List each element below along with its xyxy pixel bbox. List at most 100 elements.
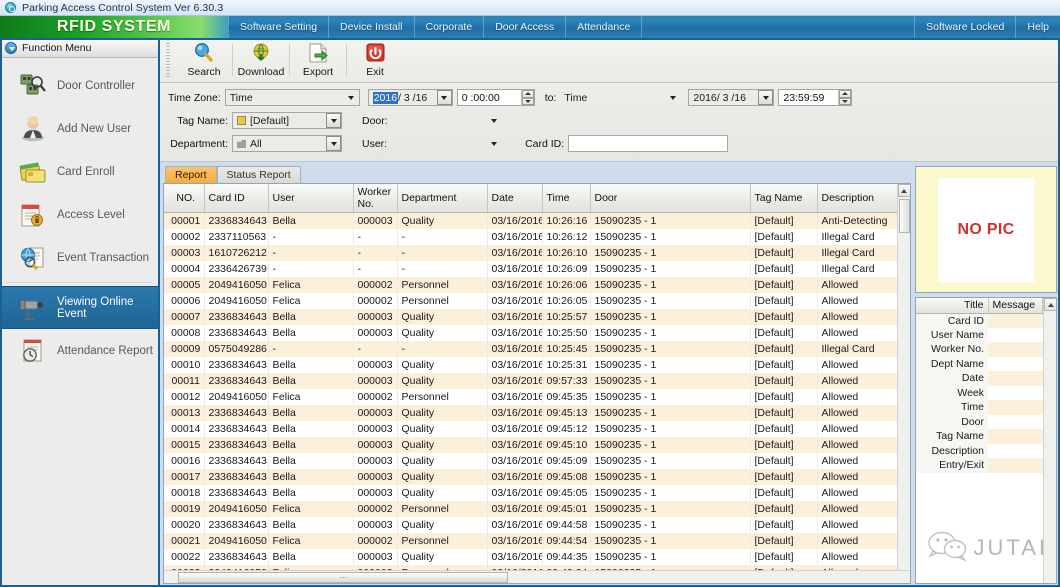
cell-door: 15090235 - 1 xyxy=(590,260,751,277)
detail-row[interactable]: Time xyxy=(916,400,1043,415)
tagname-select[interactable]: [Default] xyxy=(232,112,342,129)
detail-row[interactable]: Worker No. xyxy=(916,342,1043,357)
table-row[interactable]: 00002 2337110563- - -03/16/2016 10:26:12 1509… xyxy=(164,228,897,245)
table-row[interactable]: 00018 2336834643 Bella 000003 Quality 03/16/2… xyxy=(164,484,897,501)
chevron-down-icon[interactable] xyxy=(326,136,341,151)
table-row[interactable]: 00019 2049416050 Felica 000002 Personnel 03/1… xyxy=(164,500,897,517)
table-row[interactable]: 00010 2336834643 Bella 000003 Quality 03/16/2… xyxy=(164,356,897,373)
menu-item-attendance[interactable]: Attendance xyxy=(566,16,643,38)
detail-row[interactable]: User Name xyxy=(916,327,1043,342)
sidebar-item-card-enroll[interactable]: Card Enroll xyxy=(0,150,158,193)
grid-vertical-scrollbar[interactable] xyxy=(897,184,910,570)
table-row[interactable]: 00017 2336834643 Bella 000003 Quality 03/16/2… xyxy=(164,468,897,485)
content-pane: Search Download Export Exit Time Zone: T… xyxy=(160,38,1060,587)
table-row[interactable]: 00014 2336834643 Bella 000003 Quality 03/16/2… xyxy=(164,420,897,437)
menu-item-door-access[interactable]: Door Access xyxy=(484,16,567,38)
detail-row[interactable]: Card ID xyxy=(916,313,1043,328)
table-row[interactable]: 00007 2336834643 Bella 000003 Quality 03/16/2… xyxy=(164,308,897,325)
detail-row[interactable]: Tag Name xyxy=(916,429,1043,444)
detail-row-message xyxy=(988,458,1043,473)
scrollbar-thumb[interactable]: ⋯ xyxy=(178,571,508,583)
table-row[interactable]: 00004 2336426739- - -03/16/2016 10:26:09 1509… xyxy=(164,260,897,277)
spinner-buttons[interactable] xyxy=(520,90,534,105)
download-button[interactable]: Download xyxy=(235,39,287,81)
date-from-picker[interactable]: 2016 / 3 /16 xyxy=(367,89,453,106)
cell-door: 15090235 - 1 xyxy=(590,292,751,309)
date-to-picker[interactable]: 2016/ 3 /16 xyxy=(688,89,775,106)
column-header-time[interactable]: Time xyxy=(542,184,591,213)
menu-item-software-setting[interactable]: Software Setting xyxy=(228,16,330,38)
cardid-input[interactable] xyxy=(568,135,729,152)
sidebar-item-attendance-report[interactable]: Attendance Report xyxy=(0,329,158,372)
table-row[interactable]: 00015 2336834643 Bella 000003 Quality 03/16/2… xyxy=(164,436,897,453)
to-timezone-select[interactable]: Time xyxy=(560,89,680,106)
cell-no: 00001 xyxy=(164,212,205,229)
table-row[interactable]: 00006 2049416050 Felica 000002 Personnel 03/1… xyxy=(164,292,897,309)
detail-row[interactable]: Description xyxy=(916,443,1043,458)
table-row[interactable]: 00011 2336834643 Bella 000003 Quality 03/16/2… xyxy=(164,372,897,389)
search-button[interactable]: Search xyxy=(178,39,230,81)
tab-report[interactable]: Report xyxy=(165,166,217,183)
menu-item-help[interactable]: Help xyxy=(1015,16,1060,38)
table-row[interactable]: 00008 2336834643 Bella 000003 Quality 03/16/2… xyxy=(164,324,897,341)
tab-status-report[interactable]: Status Report xyxy=(216,166,301,183)
export-button[interactable]: Export xyxy=(292,39,344,81)
column-header-worker-no[interactable]: Worker No. xyxy=(353,184,398,213)
table-row[interactable]: 00003 1610726212- - -03/16/2016 10:26:10 1509… xyxy=(164,244,897,261)
scroll-up-icon[interactable] xyxy=(1044,298,1056,311)
detail-row[interactable]: Week xyxy=(916,385,1043,400)
cell-time: 10:26:10 xyxy=(542,244,591,261)
time-to-spinner[interactable]: 23:59:59 xyxy=(778,89,853,106)
user-select[interactable] xyxy=(391,135,501,152)
column-header-department[interactable]: Department xyxy=(397,184,488,213)
detail-row[interactable]: Date xyxy=(916,371,1043,386)
column-header-card-id[interactable]: Card ID xyxy=(204,184,269,213)
sidebar-header[interactable]: Function Menu xyxy=(0,38,158,58)
cell-worker-no: 000003 xyxy=(353,372,398,389)
table-row[interactable]: 00021 2049416050 Felica 000002 Personnel 03/1… xyxy=(164,532,897,549)
time-from-spinner[interactable]: 0 :00:00 xyxy=(456,89,535,106)
table-row[interactable]: 00012 2049416050 Felica 000002 Personnel 03/1… xyxy=(164,388,897,405)
lower-split: Report Status Report NO. Card ID User Wo… xyxy=(160,162,1060,587)
table-row[interactable]: 00001 2336834643 Bella 000003 Quality 03/16/2… xyxy=(164,212,897,229)
cell-description: Allowed xyxy=(817,324,897,341)
column-header-description[interactable]: Description xyxy=(817,184,897,213)
chevron-down-icon[interactable] xyxy=(436,90,452,105)
chevron-down-icon[interactable] xyxy=(758,90,774,105)
detail-row[interactable]: Dept Name xyxy=(916,356,1043,371)
sidebar-item-event-transaction[interactable]: Event Transaction xyxy=(0,236,158,279)
menu-item-corporate[interactable]: Corporate xyxy=(415,16,485,38)
column-header-door[interactable]: Door xyxy=(590,184,751,213)
sidebar-item-access-level[interactable]: Access Level xyxy=(0,193,158,236)
table-row[interactable]: 00016 2336834643 Bella 000003 Quality 03/16/2… xyxy=(164,452,897,469)
menu-item-software-locked[interactable]: Software Locked xyxy=(914,16,1015,38)
timezone-select[interactable]: Time xyxy=(224,89,360,106)
scroll-up-icon[interactable] xyxy=(897,184,910,197)
cell-time: 09:45:13 xyxy=(542,404,591,421)
spinner-buttons[interactable] xyxy=(838,90,852,105)
table-row[interactable]: 00022 2336834643 Bella 000003 Quality 03/16/2… xyxy=(164,548,897,565)
table-row[interactable]: 00005 2049416050 Felica 000002 Personnel 03/1… xyxy=(164,276,897,293)
column-header-date[interactable]: Date xyxy=(487,184,543,213)
column-header-user[interactable]: User xyxy=(268,184,354,213)
detail-row[interactable]: Door xyxy=(916,414,1043,429)
sidebar-item-add-new-user[interactable]: Add New User xyxy=(0,107,158,150)
sidebar-item-door-controller[interactable]: Door Controller xyxy=(0,64,158,107)
column-header-tag-name[interactable]: Tag Name xyxy=(750,184,818,213)
detail-vertical-scrollbar[interactable] xyxy=(1043,298,1056,583)
menu-item-device-install[interactable]: Device Install xyxy=(329,16,415,38)
table-row[interactable]: 00009 0575049286- - -03/16/2016 10:25:45 1509… xyxy=(164,340,897,357)
cell-card-id: 2336426739 xyxy=(204,260,269,277)
department-select[interactable]: All xyxy=(232,135,342,152)
column-header-no[interactable]: NO. xyxy=(164,184,205,213)
scrollbar-thumb[interactable] xyxy=(898,199,910,233)
toolbar-grip[interactable] xyxy=(166,43,170,77)
detail-row[interactable]: Entry/Exit xyxy=(916,458,1043,473)
table-row[interactable]: 00013 2336834643 Bella 000003 Quality 03/16/2… xyxy=(164,404,897,421)
sidebar-item-viewing-online-event[interactable]: Viewing Online Event xyxy=(0,286,158,329)
table-row[interactable]: 00020 2336834643 Bella 000003 Quality 03/16/2… xyxy=(164,516,897,533)
grid-horizontal-scrollbar[interactable]: ⋯ xyxy=(164,570,910,583)
chevron-down-icon[interactable] xyxy=(326,113,341,128)
door-select[interactable] xyxy=(392,112,502,129)
exit-button[interactable]: Exit xyxy=(349,39,401,81)
